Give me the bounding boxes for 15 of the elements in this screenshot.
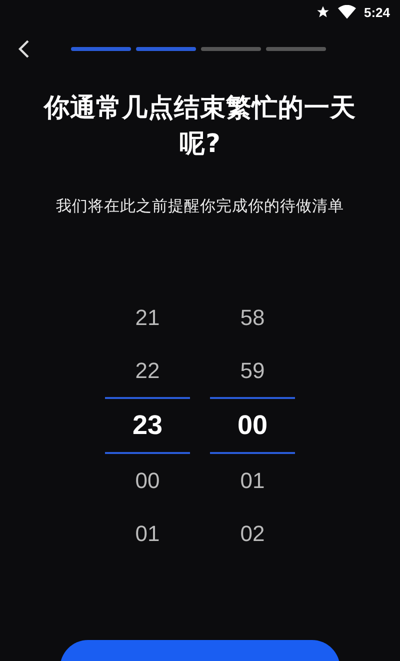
- status-time: 5:24: [364, 4, 390, 20]
- time-option[interactable]: 59: [210, 344, 295, 397]
- time-option[interactable]: 00: [105, 454, 190, 507]
- time-option[interactable]: 02: [210, 507, 295, 560]
- star-icon: [316, 5, 330, 19]
- time-option[interactable]: 21: [105, 291, 190, 344]
- time-option[interactable]: 01: [210, 454, 295, 507]
- time-option[interactable]: 01: [105, 507, 190, 560]
- subtitle: 我们将在此之前提醒你完成你的待做清单: [55, 196, 345, 217]
- time-option[interactable]: 58: [210, 291, 295, 344]
- time-option[interactable]: 22: [105, 344, 190, 397]
- wifi-icon: [338, 5, 356, 19]
- time-option[interactable]: 23: [105, 397, 190, 454]
- time-option[interactable]: 00: [210, 397, 295, 454]
- title: 你通常几点结束繁忙的一天呢?: [42, 92, 357, 161]
